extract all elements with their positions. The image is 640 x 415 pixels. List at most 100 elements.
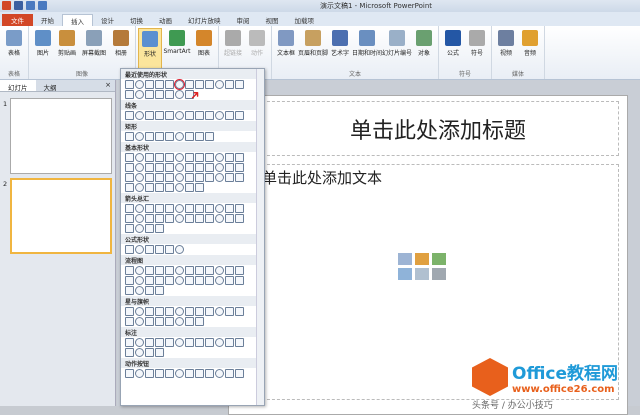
shape-item[interactable]: [125, 163, 134, 172]
shape-item[interactable]: [145, 163, 154, 172]
shape-item[interactable]: [155, 224, 164, 233]
shape-item[interactable]: [125, 286, 134, 295]
shape-item[interactable]: [135, 90, 144, 99]
shape-item[interactable]: [125, 204, 134, 213]
shape-item[interactable]: [235, 80, 244, 89]
shape-item[interactable]: [195, 266, 204, 275]
shape-item[interactable]: [165, 266, 174, 275]
shape-item[interactable]: [125, 266, 134, 275]
shape-item[interactable]: [135, 80, 144, 89]
shape-item[interactable]: [195, 369, 204, 378]
shape-item[interactable]: [165, 132, 174, 141]
shape-item[interactable]: [165, 111, 174, 120]
shape-item[interactable]: [185, 153, 194, 162]
shape-item[interactable]: [125, 80, 134, 89]
shape-item[interactable]: [215, 153, 224, 162]
shape-item[interactable]: [175, 317, 184, 326]
shape-item[interactable]: [125, 132, 134, 141]
shape-item[interactable]: [155, 266, 164, 275]
shape-item[interactable]: [225, 266, 234, 275]
shape-item[interactable]: [225, 276, 234, 285]
shape-item[interactable]: [205, 338, 214, 347]
shape-item[interactable]: [145, 338, 154, 347]
shape-item[interactable]: [205, 173, 214, 182]
shape-item[interactable]: [135, 348, 144, 357]
shape-item[interactable]: [175, 183, 184, 192]
shape-item[interactable]: [205, 266, 214, 275]
shape-item[interactable]: [145, 214, 154, 223]
shape-item[interactable]: [145, 266, 154, 275]
shape-item[interactable]: [155, 369, 164, 378]
shape-item[interactable]: [195, 183, 204, 192]
shape-item[interactable]: [215, 163, 224, 172]
shape-item[interactable]: [165, 153, 174, 162]
undo-icon[interactable]: [26, 1, 35, 10]
shape-item[interactable]: [205, 204, 214, 213]
shape-item[interactable]: [135, 338, 144, 347]
shape-item[interactable]: [145, 173, 154, 182]
shape-item[interactable]: [135, 276, 144, 285]
shape-item[interactable]: [155, 163, 164, 172]
shape-item[interactable]: [175, 369, 184, 378]
shape-item[interactable]: [155, 90, 164, 99]
shape-item[interactable]: [185, 369, 194, 378]
shape-item[interactable]: [185, 111, 194, 120]
shape-item[interactable]: [225, 173, 234, 182]
close-pane-icon[interactable]: ×: [101, 80, 115, 91]
shape-item[interactable]: [195, 276, 204, 285]
tab-9[interactable]: 加载项: [287, 14, 323, 26]
shape-item[interactable]: [175, 173, 184, 182]
shape-item[interactable]: [155, 173, 164, 182]
shape-item[interactable]: [235, 307, 244, 316]
shape-item[interactable]: [165, 80, 174, 89]
shape-item[interactable]: [145, 369, 154, 378]
shape-item[interactable]: [235, 266, 244, 275]
shape-item[interactable]: [235, 153, 244, 162]
shape-item[interactable]: [125, 111, 134, 120]
insert-chart-icon[interactable]: [415, 253, 429, 265]
shape-item[interactable]: [125, 183, 134, 192]
shape-item[interactable]: [135, 132, 144, 141]
shape-item[interactable]: [225, 153, 234, 162]
shape-item[interactable]: [175, 214, 184, 223]
shape-item[interactable]: [125, 245, 134, 254]
shape-item[interactable]: [174, 79, 185, 90]
shape-item[interactable]: [185, 317, 194, 326]
shape-item[interactable]: [135, 307, 144, 316]
shape-item[interactable]: [215, 276, 224, 285]
shape-item[interactable]: [155, 348, 164, 357]
shape-item[interactable]: [185, 307, 194, 316]
shape-item[interactable]: [215, 173, 224, 182]
shape-item[interactable]: [195, 163, 204, 172]
shape-item[interactable]: [145, 348, 154, 357]
shape-item[interactable]: [215, 204, 224, 213]
shape-item[interactable]: [155, 204, 164, 213]
shape-item[interactable]: [205, 132, 214, 141]
shape-item[interactable]: [215, 307, 224, 316]
shape-item[interactable]: [195, 132, 204, 141]
shape-item[interactable]: [165, 245, 174, 254]
shape-item[interactable]: [225, 369, 234, 378]
shape-item[interactable]: [225, 214, 234, 223]
shape-item[interactable]: [195, 111, 204, 120]
shape-item[interactable]: [175, 111, 184, 120]
shape-item[interactable]: [195, 173, 204, 182]
shape-item[interactable]: [145, 204, 154, 213]
shape-item[interactable]: [165, 317, 174, 326]
shape-item[interactable]: [135, 204, 144, 213]
shape-item[interactable]: [155, 317, 164, 326]
tab-2[interactable]: 插入: [62, 14, 93, 26]
shape-item[interactable]: [125, 317, 134, 326]
shape-item[interactable]: [145, 153, 154, 162]
shape-item[interactable]: [125, 153, 134, 162]
shape-item[interactable]: [135, 183, 144, 192]
shape-item[interactable]: [155, 80, 164, 89]
insert-smartart-icon[interactable]: [432, 253, 446, 265]
shape-item[interactable]: [135, 173, 144, 182]
shape-item[interactable]: [235, 204, 244, 213]
shape-item[interactable]: [235, 276, 244, 285]
shape-item[interactable]: [135, 286, 144, 295]
shape-item[interactable]: [205, 276, 214, 285]
tab-slides[interactable]: 幻灯片: [0, 80, 36, 92]
shape-item[interactable]: [205, 111, 214, 120]
